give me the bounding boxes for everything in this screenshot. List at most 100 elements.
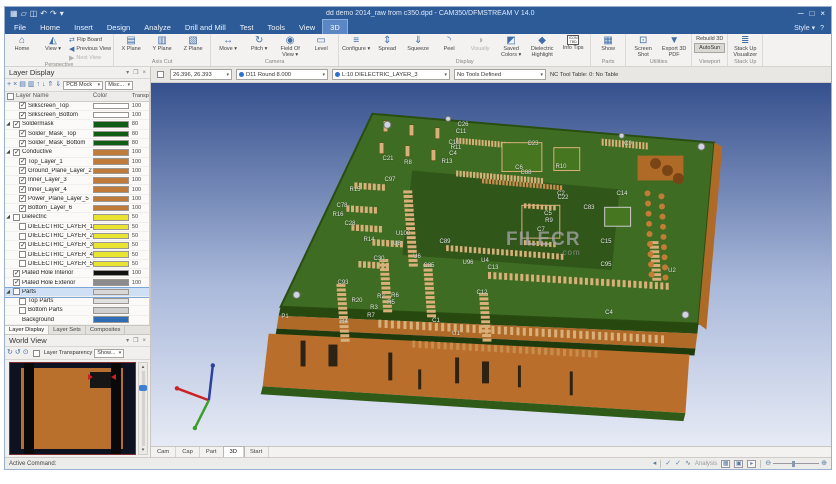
slider-down-button[interactable]: ▾ xyxy=(139,446,148,454)
layer-color-swatch[interactable] xyxy=(93,242,129,249)
layer-visibility-checkbox[interactable] xyxy=(19,167,26,174)
expander-icon[interactable]: ◢ xyxy=(5,289,11,295)
layer-visibility-checkbox[interactable] xyxy=(19,307,26,314)
layer-visibility-checkbox[interactable] xyxy=(19,158,26,165)
layer-visibility-checkbox[interactable] xyxy=(13,288,20,295)
show-button[interactable]: ▦Show xyxy=(593,34,623,52)
app-icon[interactable]: ▦ xyxy=(10,10,18,18)
layer-row-top-parts[interactable]: Top Parts xyxy=(5,297,149,306)
copy-icon[interactable]: ▤ xyxy=(19,81,26,89)
grid-checkbox[interactable] xyxy=(157,71,164,78)
measure-icon[interactable]: ∿ xyxy=(685,460,691,468)
flag-icon[interactable]: ▸ xyxy=(747,460,756,468)
layer-row-solder_mask_top[interactable]: Solder_Mask_Top80 xyxy=(5,130,149,139)
panel-tab-composites[interactable]: Composites xyxy=(86,326,126,334)
menu-item-view[interactable]: View xyxy=(292,20,322,34)
layer-visibility-checkbox[interactable] xyxy=(19,177,26,184)
undo-icon[interactable]: ↶ xyxy=(40,10,47,18)
layers-icon[interactable]: ▣ xyxy=(734,460,743,468)
paste-icon[interactable]: ▥ xyxy=(28,81,35,89)
layer-row-soldermask[interactable]: ◢Soldermask80 xyxy=(5,120,149,129)
check-icon[interactable]: ✓ xyxy=(665,460,671,468)
saved-colors-button[interactable]: ◩Saved Colors ▾ xyxy=(496,34,526,58)
layer-visibility-checkbox[interactable] xyxy=(19,130,26,137)
slider-up-button[interactable]: ▴ xyxy=(139,363,148,371)
panel-collapse-icon[interactable]: ▾ xyxy=(126,337,129,344)
layer-color-swatch[interactable] xyxy=(93,121,129,128)
layer-visibility-checkbox[interactable] xyxy=(13,270,20,277)
layer-color-swatch[interactable] xyxy=(93,196,129,203)
layer-color-swatch[interactable] xyxy=(93,289,129,296)
add-layer-icon[interactable]: + xyxy=(7,81,11,89)
quickbar-combo-1[interactable]: D11 Round 8.000▾ xyxy=(236,69,328,80)
layer-visibility-checkbox[interactable] xyxy=(19,102,26,109)
view-tab-start[interactable]: Start xyxy=(244,447,269,457)
layer-visibility-checkbox[interactable] xyxy=(19,112,26,119)
layer-visibility-checkbox[interactable] xyxy=(19,251,26,258)
layer-row-ground_plane_layer_2[interactable]: Ground_Plane_Layer_2100 xyxy=(5,167,149,176)
rebuild-3d-button[interactable]: Rebuild 3D xyxy=(696,36,723,42)
caret-down-icon[interactable]: ▾ xyxy=(60,10,64,18)
layer-row-silkscreen_bottom[interactable]: Silkscreen_Bottom100 xyxy=(5,111,149,120)
close-icon[interactable]: × xyxy=(820,9,825,18)
layer-row-bottom_layer_6[interactable]: Bottom_Layer_6100 xyxy=(5,204,149,213)
panel-collapse-icon[interactable]: ▾ xyxy=(126,69,129,76)
stack-up-visualizer-button[interactable]: ≣Stack Up Visualizer xyxy=(730,34,760,58)
layer-row-plated-hole-exterior[interactable]: Plated Hole Exterior100 xyxy=(5,278,149,287)
move-button[interactable]: ↔Move ▾ xyxy=(213,34,243,52)
minimize-icon[interactable]: ─ xyxy=(798,9,804,18)
zoom-out-icon[interactable]: ⊖ xyxy=(765,460,771,468)
layer-row-dielectric_layer_5[interactable]: DIELECTRIC_LAYER_550 xyxy=(5,260,149,269)
expander-icon[interactable]: ◢ xyxy=(5,149,11,155)
menu-item-test[interactable]: Test xyxy=(233,20,261,34)
layer-color-swatch[interactable] xyxy=(93,298,129,305)
layer-row-top_layer_1[interactable]: Top_Layer_1100 xyxy=(5,158,149,167)
layer-table-scrollbar[interactable]: ▲▼ xyxy=(149,92,150,325)
style-dropdown[interactable]: Style ▾ xyxy=(794,24,815,32)
open-icon[interactable]: ▱ xyxy=(21,10,27,18)
panel-tab-layer-display[interactable]: Layer Display xyxy=(5,326,49,334)
layer-row-dielectric_layer_1[interactable]: DIELECTRIC_LAYER_150 xyxy=(5,223,149,232)
delete-layer-icon[interactable]: × xyxy=(13,81,17,89)
layer-row-solder_mask_bottom[interactable]: Solder_Mask_Bottom80 xyxy=(5,139,149,148)
configure-button[interactable]: ≡Configure ▾ xyxy=(341,34,371,52)
menu-item-tools[interactable]: Tools xyxy=(261,20,293,34)
zoom-slider[interactable] xyxy=(773,463,819,464)
slider-thumb[interactable] xyxy=(139,385,147,391)
zoom-control[interactable]: ⊖ ⊕ xyxy=(765,460,827,468)
menu-item-file[interactable]: File xyxy=(7,20,33,34)
field-of-view-button[interactable]: ◉Field Of View ▾ xyxy=(275,34,305,58)
layer-row-inner_layer_3[interactable]: Inner_Layer_3100 xyxy=(5,176,149,185)
tab-3d-active[interactable]: 3D xyxy=(322,19,348,34)
next-view-button[interactable]: ▶Next View xyxy=(69,54,111,62)
layer-color-swatch[interactable] xyxy=(93,279,129,286)
menu-item-insert[interactable]: Insert xyxy=(67,20,100,34)
target-icon[interactable]: ⊙ xyxy=(23,349,29,357)
help-icon[interactable]: ? xyxy=(820,25,824,32)
layer-row-dielectric_layer_2[interactable]: DIELECTRIC_LAYER_250 xyxy=(5,232,149,241)
z-plane-button[interactable]: ▧Z Plane xyxy=(178,34,208,52)
layer-color-swatch[interactable] xyxy=(93,261,129,268)
layer-color-swatch[interactable] xyxy=(93,103,129,110)
view-tab-cap[interactable]: Cap xyxy=(176,447,200,457)
layer-visibility-checkbox[interactable] xyxy=(19,205,26,212)
menu-item-analyze[interactable]: Analyze xyxy=(137,20,178,34)
layer-visibility-checkbox[interactable] xyxy=(19,195,26,202)
layer-color-swatch[interactable] xyxy=(93,233,129,240)
move-down-icon[interactable]: ↓ xyxy=(42,81,46,89)
info-tips-button[interactable]: ICON TBDInfo Tips xyxy=(558,34,588,51)
redo-icon[interactable]: ↷ xyxy=(50,10,57,18)
layer-color-swatch[interactable] xyxy=(93,316,129,323)
layer-visibility-checkbox[interactable] xyxy=(19,298,26,305)
save-icon[interactable]: ◫ xyxy=(30,10,38,18)
layer-color-swatch[interactable] xyxy=(93,224,129,231)
layer-color-swatch[interactable] xyxy=(93,140,129,147)
panel-close-icon[interactable]: × xyxy=(142,70,146,76)
squeeze-button[interactable]: ⇓Squeeze xyxy=(403,34,433,52)
layer-color-swatch[interactable] xyxy=(93,168,129,175)
layer-color-swatch[interactable] xyxy=(93,177,129,184)
quickbar-combo-2[interactable]: L:10 DIELECTRIC_LAYER_3▾ xyxy=(332,69,450,80)
layer-color-swatch[interactable] xyxy=(93,205,129,212)
maximize-icon[interactable]: □ xyxy=(809,9,814,18)
zoom-in-icon[interactable]: ⊕ xyxy=(821,460,827,468)
